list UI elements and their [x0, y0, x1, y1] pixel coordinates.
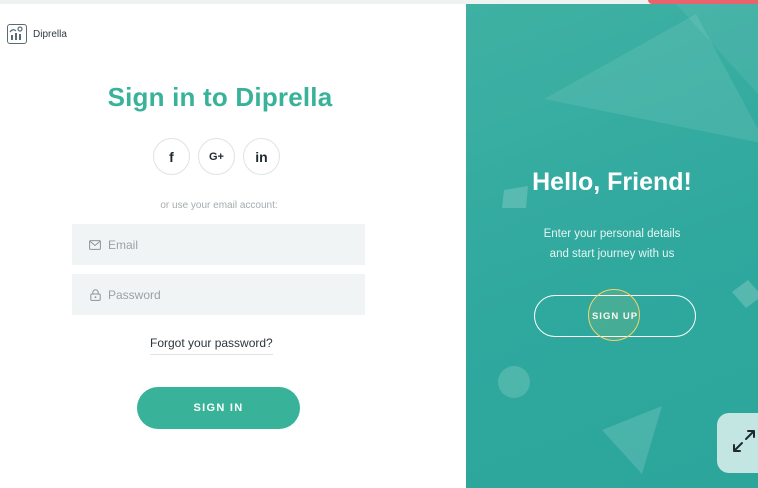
or-email-label: or use your email account: [160, 200, 278, 211]
google-plus-button[interactable]: G+ [198, 138, 235, 175]
page-title: Sign in to Diprella [107, 82, 333, 112]
welcome-subtitle-line-2: and start journey with us [549, 248, 675, 260]
password-input[interactable] [108, 287, 348, 302]
lock-icon [89, 288, 101, 301]
forgot-password-link[interactable]: Forgot your password? [150, 336, 273, 355]
welcome-subtitle-line-1: Enter your personal details [543, 228, 681, 240]
linkedin-button[interactable]: in [243, 138, 280, 175]
welcome-title: Hello, Friend! [532, 168, 692, 196]
email-input[interactable] [108, 237, 348, 252]
welcome-subtitle: Enter your personal details and start jo… [466, 224, 758, 264]
facebook-button[interactable]: f [153, 138, 190, 175]
social-buttons: f G+ in [153, 138, 280, 175]
facebook-icon: f [169, 148, 174, 165]
expand-button[interactable] [717, 413, 758, 473]
mail-icon [89, 239, 101, 251]
sign-up-button[interactable]: SIGN UP [534, 295, 696, 337]
google-plus-icon: G+ [209, 150, 224, 163]
brand-logo-icon [7, 24, 27, 44]
brand-name: Diprella [33, 28, 67, 40]
email-field[interactable] [72, 224, 365, 265]
password-field[interactable] [72, 274, 365, 315]
linkedin-icon: in [255, 148, 268, 165]
brand[interactable]: Diprella [7, 24, 67, 44]
sign-in-button[interactable]: SIGN IN [137, 387, 300, 429]
sign-up-panel: Hello, Friend! Enter your personal detai… [466, 4, 758, 488]
expand-icon [731, 428, 757, 459]
